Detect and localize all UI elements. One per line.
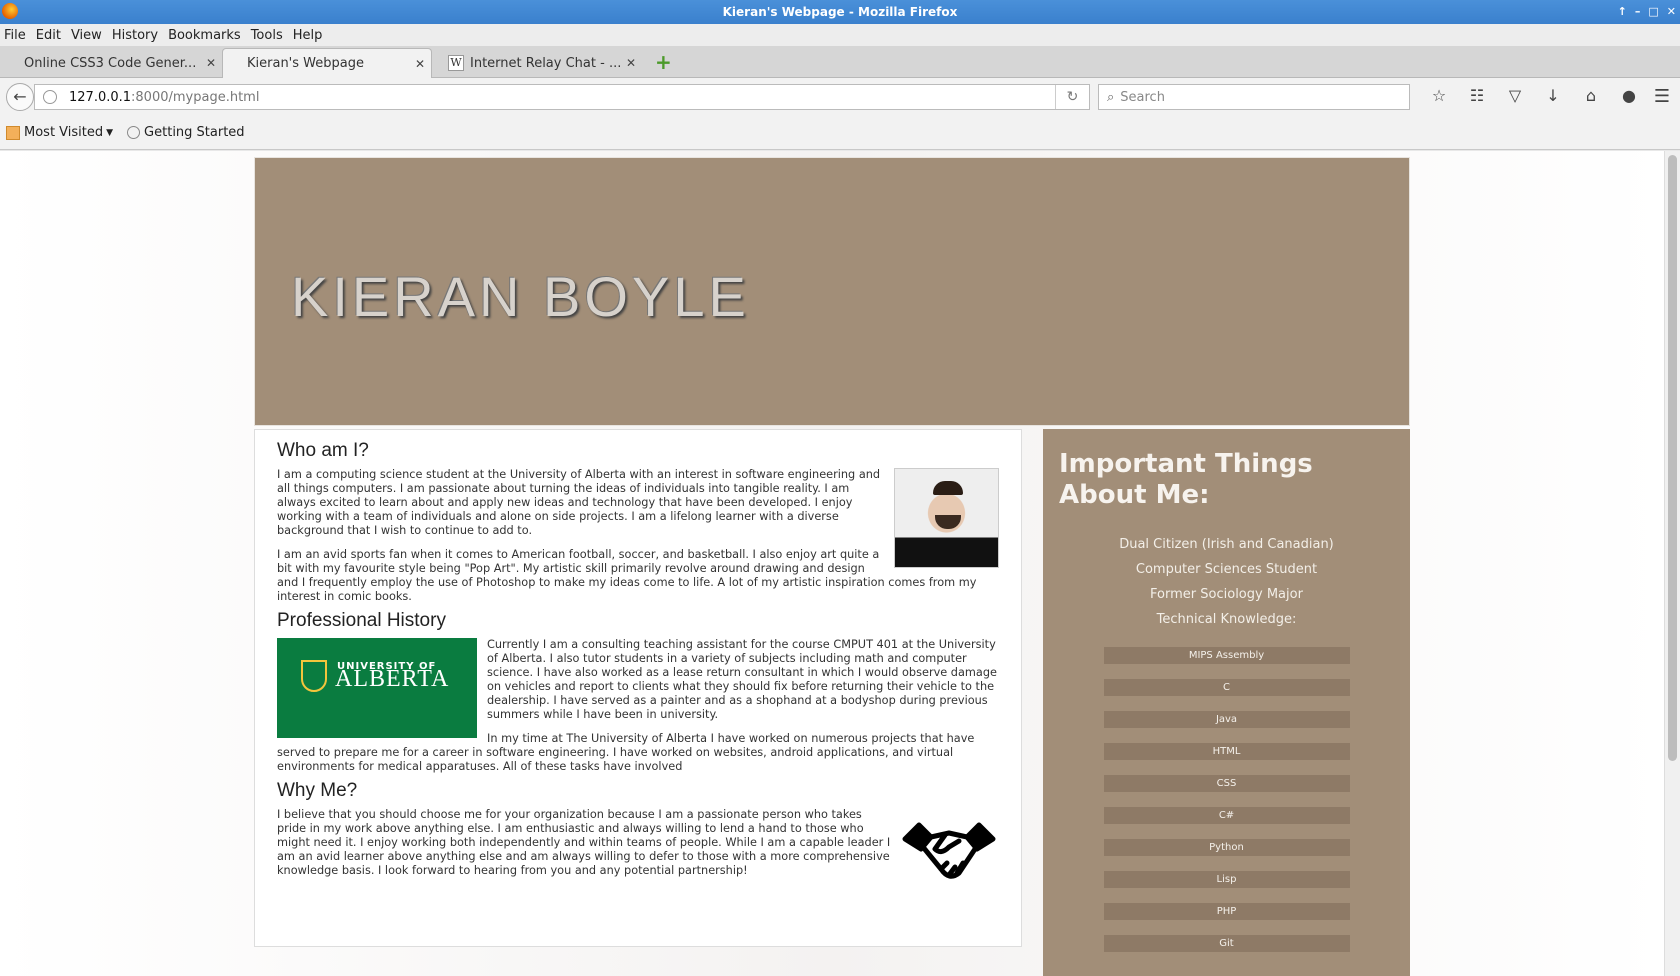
profile-photo [894,468,999,568]
window-controls: ↑ – □ ✕ [1618,0,1676,24]
skill-item: Lisp [1103,871,1350,888]
bookmarks-toolbar: Most Visited ▼ Getting Started [0,116,1680,150]
reading-list-icon[interactable]: ☷ [1458,86,1496,105]
history-paragraph-2: In my time at The University of Alberta … [277,732,975,773]
fact-item: Computer Sciences Student [1135,562,1318,577]
vertical-scrollbar[interactable] [1664,151,1680,976]
navigation-bar: ← 127.0.0.1:8000/mypage.html ↻ ⌕ Search … [0,78,1680,116]
skills-list: MIPS Assembly C Java HTML CSS C# Python … [1103,647,1350,952]
window-up-icon[interactable]: ↑ [1618,0,1627,24]
tab-kierans-webpage[interactable]: Kieran's Webpage ✕ [222,48,432,78]
logo-text-bottom: ALBERTA [335,666,450,692]
skill-item: Git [1103,935,1350,952]
skill-item: HTML [1103,743,1350,760]
search-placeholder: Search [1120,89,1165,105]
tab-css3-generator[interactable]: Online CSS3 Code Gener... ✕ [0,48,222,78]
close-tab-icon[interactable]: ✕ [415,57,425,71]
menu-bookmarks[interactable]: Bookmarks [168,28,241,43]
search-input[interactable]: ⌕ Search [1098,84,1410,110]
most-visited-icon [6,125,20,140]
home-icon[interactable]: ⌂ [1572,86,1610,105]
window-maximize-icon[interactable]: □ [1648,0,1658,24]
getting-started-icon [127,126,141,139]
scrollbar-thumb[interactable] [1668,155,1677,761]
skill-item: Python [1103,839,1350,856]
handshake-icon [899,818,999,890]
menu-history[interactable]: History [112,28,158,43]
wikipedia-icon: W [448,55,464,71]
window-close-icon[interactable]: ✕ [1667,0,1676,24]
close-tab-icon[interactable]: ✕ [626,56,636,70]
skill-item: MIPS Assembly [1103,647,1350,664]
site-identity-icon[interactable] [43,90,57,104]
university-alberta-logo: UNIVERSITY OF ALBERTA [277,638,477,738]
fact-item: Technical Knowledge: [1156,612,1297,627]
tab-label: Internet Relay Chat - ... [470,55,622,71]
fact-item: Former Sociology Major [1150,587,1303,602]
close-tab-icon[interactable]: ✕ [206,56,216,70]
page-header: KIERAN BOYLE [254,157,1410,426]
history-heading: Professional History [277,610,446,631]
download-icon[interactable]: ↓ [1534,86,1572,105]
url-bar[interactable]: 127.0.0.1:8000/mypage.html ↻ [34,84,1090,110]
chat-icon[interactable]: ● [1610,86,1648,105]
pocket-icon[interactable]: ▽ [1496,86,1534,105]
tab-strip: Online CSS3 Code Gener... ✕ Kieran's Web… [0,46,1680,78]
page-viewport: KIERAN BOYLE Who am I? I am a computing … [0,151,1664,976]
bookmark-star-icon[interactable]: ☆ [1420,86,1458,105]
tab-irc-wikipedia[interactable]: W Internet Relay Chat - ... ✕ [442,48,642,78]
tab-label: Kieran's Webpage [247,56,364,71]
window-titlebar: Kieran's Webpage - Mozilla Firefox ↑ – □… [0,0,1680,24]
skill-item: C# [1103,807,1350,824]
page-title: KIERAN BOYLE [291,265,750,328]
url-host: 127.0.0.1 [69,89,132,105]
why-paragraph: I believe that you should choose me for … [277,808,891,877]
url-path: :8000/mypage.html [131,89,260,105]
window-minimize-icon[interactable]: – [1635,0,1641,24]
menu-edit[interactable]: Edit [36,28,61,43]
menu-hamburger-icon[interactable]: ☰ [1654,86,1670,107]
new-tab-plus-icon[interactable]: + [655,52,673,72]
menu-tools[interactable]: Tools [251,28,283,43]
main-content: Who am I? I am a computing science stude… [254,429,1022,947]
skill-item: PHP [1103,903,1350,920]
skill-item: Java [1103,711,1350,728]
who-paragraph-1: I am a computing science student at the … [277,468,881,537]
who-paragraph-2: I am an avid sports fan when it comes to… [277,548,977,603]
sidebar-important-things: Important Things About Me: Dual Citizen … [1043,429,1410,976]
menu-help[interactable]: Help [293,28,323,43]
bookmark-getting-started[interactable]: Getting Started [144,125,245,140]
crest-icon [301,660,327,692]
firefox-icon [2,3,18,19]
window-title: Kieran's Webpage - Mozilla Firefox [722,5,958,19]
who-heading: Who am I? [277,440,369,461]
search-icon: ⌕ [1107,89,1115,105]
back-arrow-icon[interactable]: ← [6,83,34,111]
menu-view[interactable]: View [71,28,102,43]
menu-file[interactable]: File [4,28,26,43]
bookmark-most-visited[interactable]: Most Visited [24,125,103,140]
menu-bar: File Edit View History Bookmarks Tools H… [0,24,1680,46]
toolbar-icons: ☆ ☷ ▽ ↓ ⌂ ● [1420,86,1648,105]
why-heading: Why Me? [277,780,358,801]
sidebar-heading: Important Things About Me: [1059,449,1313,510]
reload-icon[interactable]: ↻ [1055,85,1089,109]
skill-item: C [1103,679,1350,696]
chevron-down-icon[interactable]: ▼ [106,128,113,138]
fact-item: Dual Citizen (Irish and Canadian) [1119,537,1334,552]
skill-item: CSS [1103,775,1350,792]
tab-label: Online CSS3 Code Gener... [24,55,197,71]
